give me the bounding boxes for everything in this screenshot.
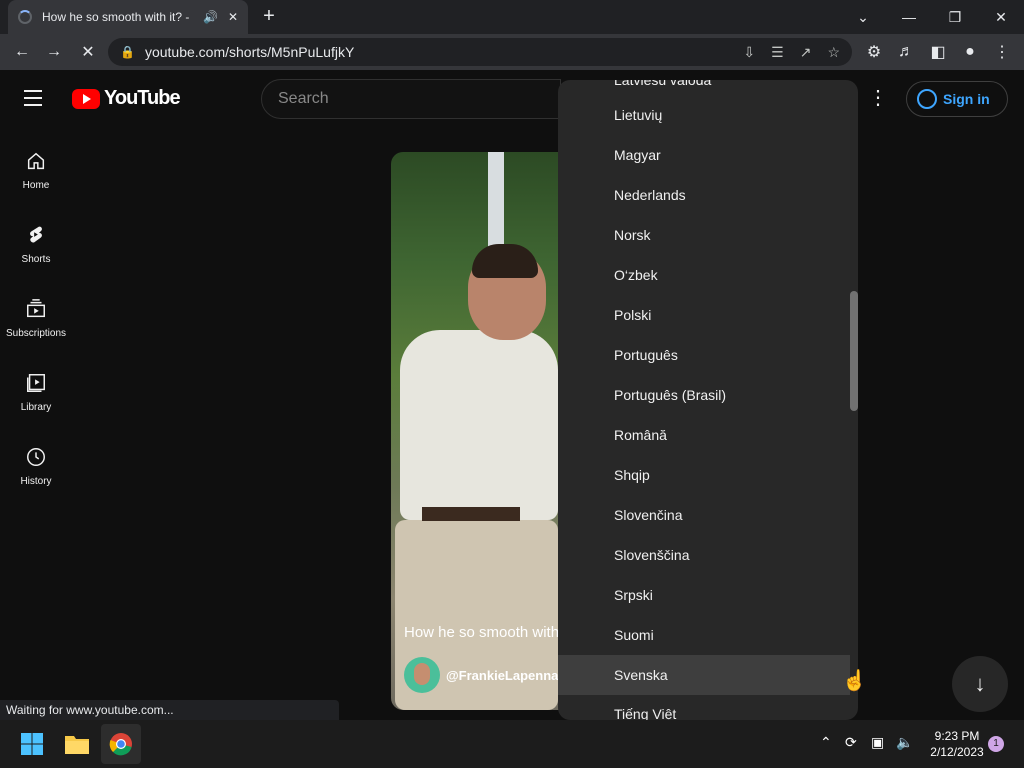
hand-cursor-icon: ☝ (842, 670, 867, 692)
media-control-icon[interactable]: ♬ (890, 34, 922, 70)
url-text[interactable]: youtube.com/shorts/M5nPuLufjkY (145, 44, 354, 60)
close-window-button[interactable]: ✕ (978, 0, 1024, 34)
clock[interactable]: 9:23 PM 2/12/2023 (922, 728, 992, 760)
channel-row[interactable]: @FrankieLapenna (404, 657, 558, 693)
language-option[interactable]: Português (558, 335, 850, 375)
nav-label: Library (20, 402, 52, 413)
clock-time: 9:23 PM (934, 729, 980, 743)
nav-label: Subscriptions (5, 328, 67, 339)
browser-toolbar: ← → ✕ 🔒 youtube.com/shorts/M5nPuLufjkY ⇩… (0, 34, 1024, 70)
language-option[interactable]: Română (558, 415, 850, 455)
channel-avatar[interactable] (404, 657, 440, 693)
address-bar[interactable]: 🔒 youtube.com/shorts/M5nPuLufjkY ⇩ ☰ ↗ ☆ (108, 38, 852, 66)
language-option[interactable]: Slovenščina (558, 535, 850, 575)
speaker-icon[interactable]: 🔊 (203, 10, 218, 24)
chrome-taskbar-icon[interactable] (101, 724, 141, 764)
language-option[interactable]: Polski (558, 295, 850, 335)
file-explorer-icon[interactable] (57, 724, 97, 764)
volume-icon[interactable]: 🔈 (896, 734, 913, 751)
next-short-button[interactable]: ↓ (952, 656, 1008, 712)
nav-label: Shorts (21, 254, 51, 265)
language-option[interactable]: Lietuvių (558, 95, 850, 135)
language-option[interactable]: Português (Brasil) (558, 375, 850, 415)
youtube-logo[interactable]: YouTube (72, 87, 181, 110)
loading-spinner-icon (18, 10, 32, 24)
tab-close-icon[interactable]: ✕ (228, 10, 238, 24)
restore-button[interactable]: ❐ (932, 0, 978, 34)
language-option[interactable]: Srpski (558, 575, 850, 615)
arrow-down-icon: ↓ (974, 671, 986, 696)
chrome-menu-icon[interactable]: ⋮ (986, 34, 1018, 70)
extensions-icon[interactable]: ⚙ (858, 34, 890, 70)
back-button[interactable]: ← (6, 34, 38, 70)
youtube-play-icon (72, 88, 100, 109)
video-person-hair (472, 244, 538, 278)
nav-label: Home (22, 180, 50, 191)
language-option[interactable]: O‘zbek (558, 255, 850, 295)
profile-icon[interactable]: ● (954, 34, 986, 70)
language-option[interactable]: Norsk (558, 215, 850, 255)
search-input[interactable] (278, 90, 538, 108)
minimize-button[interactable]: — (886, 0, 932, 34)
language-option[interactable]: Shqip (558, 455, 850, 495)
history-icon (27, 448, 45, 466)
language-option[interactable]: Magyar (558, 135, 850, 175)
translate-icon[interactable]: ☰ (771, 44, 784, 61)
nav-history[interactable]: History (0, 432, 72, 506)
sign-in-label: Sign in (943, 91, 990, 107)
logo-text: YouTube (104, 87, 181, 109)
notification-badge[interactable]: 1 (988, 736, 1004, 752)
tab-title: How he so smooth with it? - (42, 10, 190, 24)
stop-loading-button[interactable]: ✕ (72, 34, 104, 70)
account-icon (917, 89, 937, 109)
share-icon[interactable]: ↗ (800, 44, 812, 61)
nav-library[interactable]: Library (0, 358, 72, 432)
bookmark-star-icon[interactable]: ☆ (827, 44, 840, 61)
language-menu-scrollbar[interactable] (850, 291, 858, 411)
channel-name[interactable]: @FrankieLapenna (446, 668, 558, 683)
language-option-highlighted[interactable]: Svenska (558, 655, 850, 695)
subscriptions-icon (27, 299, 45, 318)
browser-tab[interactable]: How he so smooth with it? - 🔊 ✕ (8, 0, 248, 34)
language-option[interactable]: Suomi (558, 615, 850, 655)
shorts-icon (30, 226, 42, 243)
install-icon[interactable]: ⇩ (743, 44, 755, 61)
home-icon (27, 152, 45, 170)
new-tab-button[interactable]: + (256, 5, 282, 29)
tab-search-icon[interactable]: ⌄ (840, 0, 886, 34)
language-option[interactable]: Nederlands (558, 175, 850, 215)
search-box[interactable] (261, 79, 561, 119)
lock-icon[interactable]: 🔒 (120, 45, 135, 59)
library-icon (27, 374, 45, 392)
sign-in-button[interactable]: Sign in (906, 81, 1008, 117)
sync-icon[interactable]: ⟳ (845, 734, 857, 751)
browser-status-bar: Waiting for www.youtube.com... (0, 700, 339, 720)
network-icon[interactable]: ▣ (871, 734, 884, 751)
language-option[interactable]: Slovenčina (558, 495, 850, 535)
more-options-icon[interactable]: ⋮ (866, 86, 890, 110)
forward-button[interactable]: → (38, 34, 70, 70)
video-person-torso (400, 330, 558, 520)
video-person-belt (422, 507, 520, 521)
tray-chevron-up-icon[interactable]: ⌃ (820, 734, 832, 751)
nav-subscriptions[interactable]: Subscriptions (0, 284, 72, 358)
side-panel-icon[interactable]: ◧ (922, 34, 954, 70)
nav-shorts[interactable]: Shorts (0, 210, 72, 284)
clock-date: 2/12/2023 (930, 745, 984, 759)
nav-home[interactable]: Home (0, 136, 72, 210)
nav-label: History (20, 476, 52, 487)
video-caption[interactable]: How he so smooth with it? (404, 624, 558, 641)
browser-tab-strip: How he so smooth with it? - 🔊 ✕ + ⌄ — ❐ … (0, 0, 1024, 34)
windows-start-icon[interactable] (12, 724, 52, 764)
language-option[interactable]: Tiếng Việt (558, 695, 850, 720)
menu-icon[interactable] (24, 90, 48, 108)
